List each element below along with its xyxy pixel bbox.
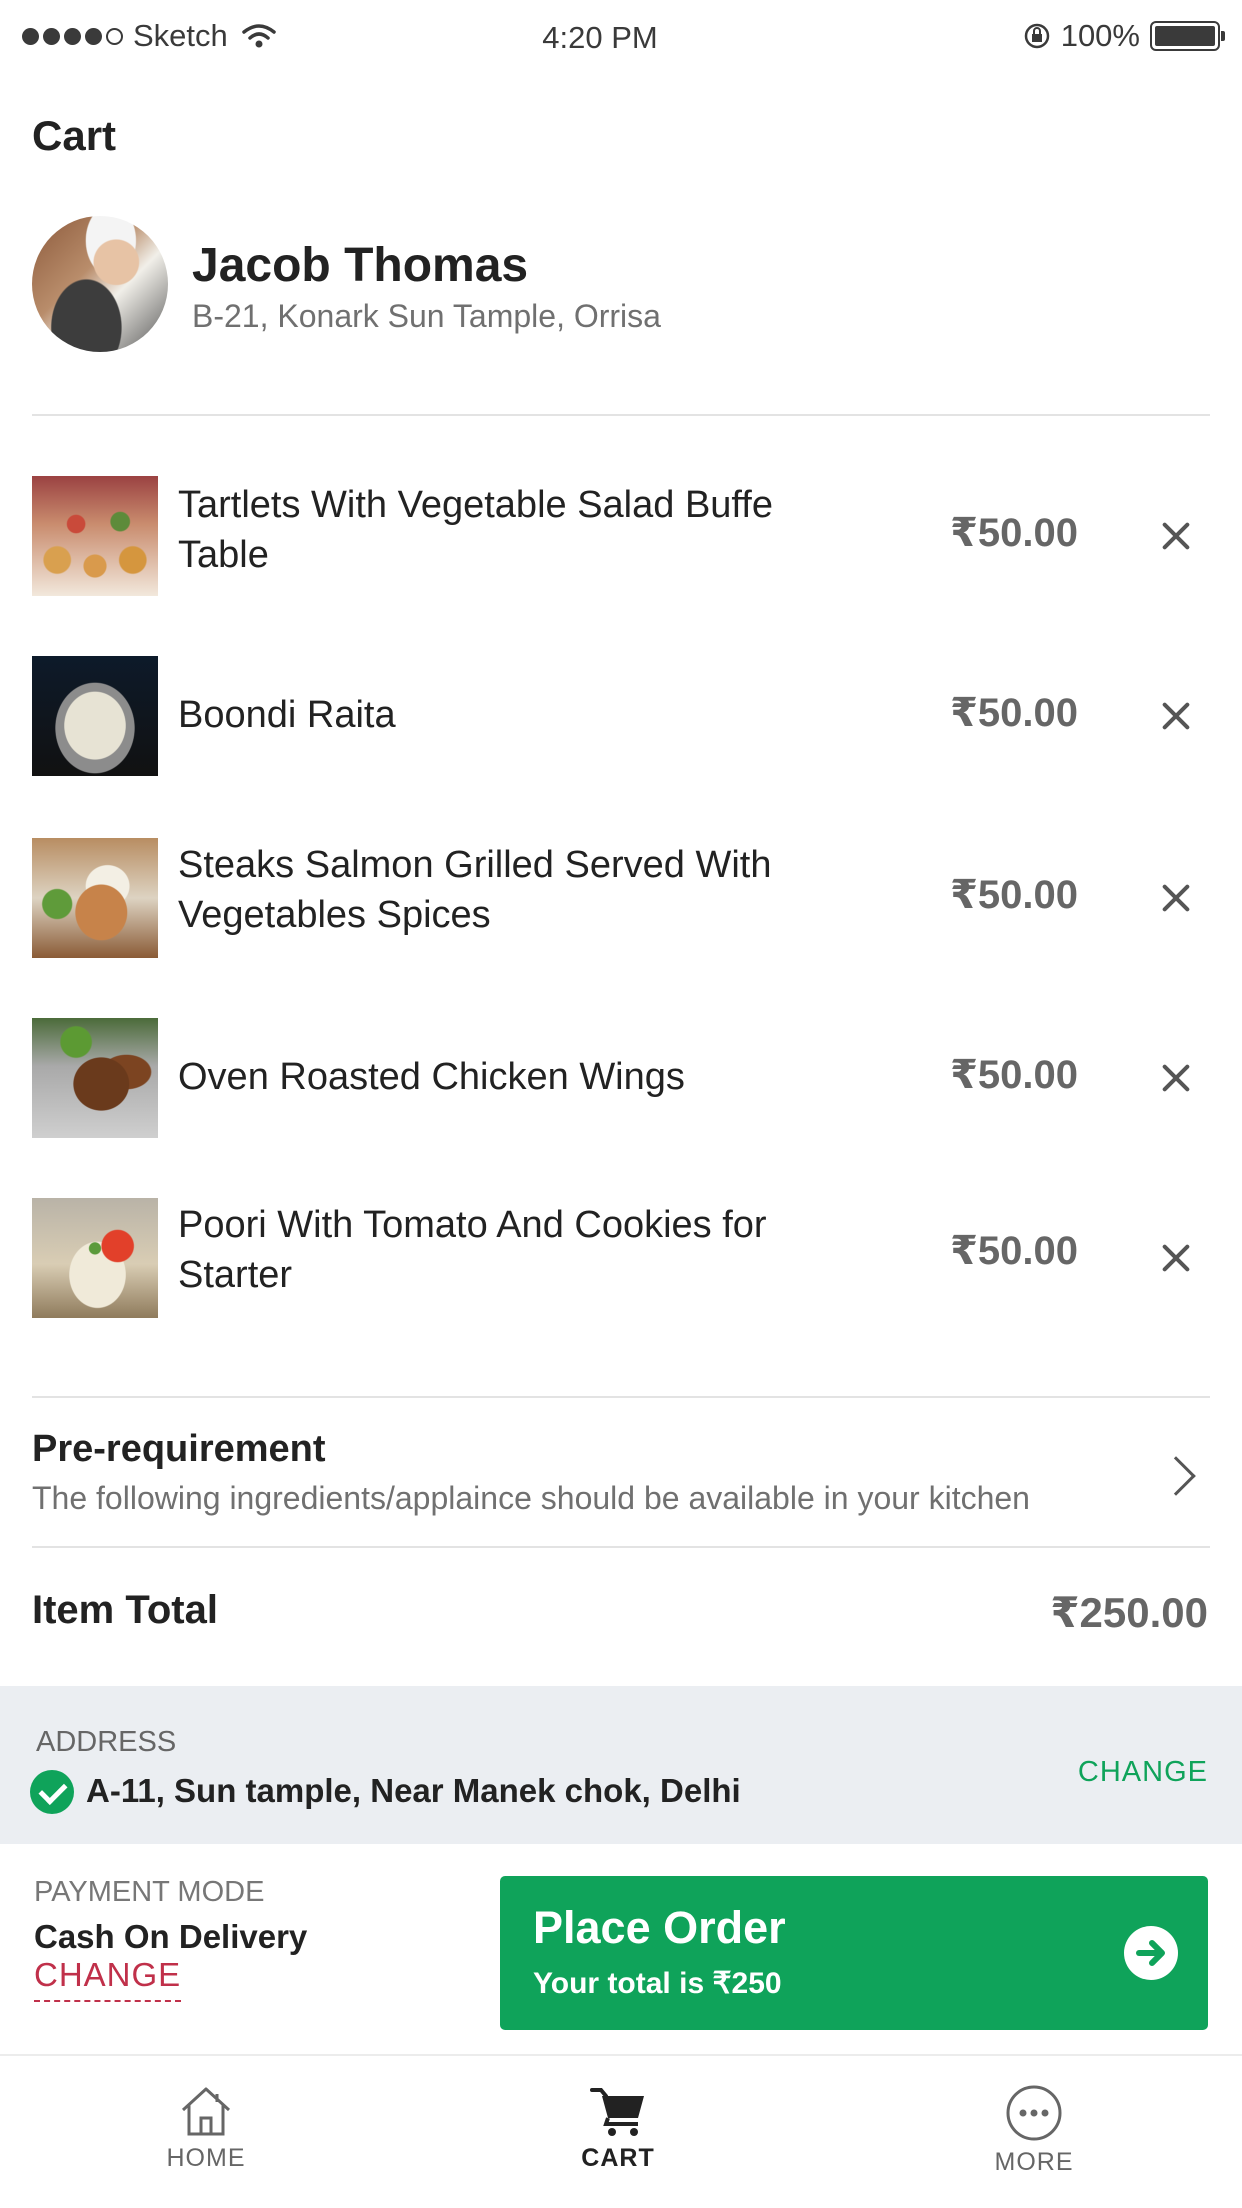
divider <box>32 1546 1210 1548</box>
item-total-value: ₹250.00 <box>1050 1589 1208 1636</box>
tab-home[interactable]: HOME <box>106 2084 306 2173</box>
place-order-title: Place Order <box>533 1902 786 1953</box>
food-thumbnail <box>32 656 158 776</box>
delivery-address: A-11, Sun tample, Near Manek chok, Delhi <box>86 1772 741 1809</box>
tab-more-label: MORE <box>994 2148 1074 2176</box>
food-thumbnail <box>32 1018 158 1138</box>
divider <box>32 1396 1210 1398</box>
item-price: ₹50.00 <box>950 1053 1078 1097</box>
item-name: Boondi Raita <box>178 694 396 736</box>
address-panel: ADDRESS A-11, Sun tample, Near Manek cho… <box>0 1686 1242 1844</box>
item-name: Poori With Tomato And Cookies for Starte… <box>178 1204 767 1296</box>
profile-name: Jacob Thomas <box>192 239 529 292</box>
food-thumbnail <box>32 476 158 596</box>
tab-cart[interactable]: CART <box>518 2084 718 2173</box>
rotation-lock-icon <box>1024 23 1049 49</box>
cart-item: Steaks Salmon Grilled Served With Vegeta… <box>32 836 1210 960</box>
arrow-right-circle-icon <box>1124 1926 1178 1980</box>
place-order-button[interactable]: Place Order Your total is ₹250 <box>500 1876 1208 2030</box>
profile-address: B-21, Konark Sun Tample, Orrisa <box>192 298 661 334</box>
address-heading: ADDRESS <box>36 1726 177 1758</box>
chef-profile: Jacob Thomas B-21, Konark Sun Tample, Or… <box>32 216 1212 356</box>
item-price: ₹50.00 <box>950 511 1078 555</box>
check-circle-icon <box>30 1770 74 1814</box>
battery-icon <box>1150 21 1225 51</box>
remove-item-close-icon[interactable] <box>1156 696 1196 736</box>
item-total-label: Item Total <box>32 1588 218 1632</box>
payment-mode-value: Cash On Delivery <box>34 1918 308 1955</box>
item-name: Steaks Salmon Grilled Served With Vegeta… <box>178 844 772 936</box>
remove-item-close-icon[interactable] <box>1156 1238 1196 1278</box>
cart-item: Oven Roasted Chicken Wings ₹50.00 <box>32 1016 1210 1140</box>
tab-cart-label: CART <box>581 2144 655 2172</box>
payment-mode-label: PAYMENT MODE <box>34 1876 265 1908</box>
remove-item-close-icon[interactable] <box>1156 1058 1196 1098</box>
item-name: Oven Roasted Chicken Wings <box>178 1056 685 1098</box>
more-icon <box>1006 2085 1062 2141</box>
tab-more[interactable]: MORE <box>934 2084 1134 2177</box>
status-time: 4:20 PM <box>542 20 658 55</box>
change-payment-link[interactable]: CHANGE <box>34 1956 182 2002</box>
divider <box>32 414 1210 416</box>
prerequirement-row[interactable]: Pre-requirement The following ingredient… <box>0 1400 1242 1546</box>
change-address-button[interactable]: CHANGE <box>1078 1756 1208 1789</box>
status-bar: Sketch 4:20 PM 100% <box>0 0 1242 76</box>
chevron-right-icon <box>1156 1456 1196 1496</box>
battery-percent: 100% <box>1060 18 1140 53</box>
page-title: Cart <box>32 112 117 159</box>
status-right: 100% <box>1023 18 1225 54</box>
cart-icon <box>590 2088 644 2136</box>
cart-item: Boondi Raita ₹50.00 <box>32 654 1210 778</box>
remove-item-close-icon[interactable] <box>1156 516 1196 556</box>
prerequirement-title: Pre-requirement <box>32 1428 326 1470</box>
cart-item: Tartlets With Vegetable Salad Buffe Tabl… <box>32 474 1210 598</box>
tab-home-label: HOME <box>166 2144 246 2172</box>
item-name: Tartlets With Vegetable Salad Buffe Tabl… <box>178 484 773 576</box>
item-price: ₹50.00 <box>950 873 1078 917</box>
remove-item-close-icon[interactable] <box>1156 878 1196 918</box>
prerequirement-description: The following ingredients/applaince shou… <box>32 1480 1030 1516</box>
order-total-text: Your total is ₹250 <box>533 1967 782 2000</box>
cart-item: Poori With Tomato And Cookies for Starte… <box>32 1196 1210 1320</box>
bottom-tab-bar: HOME CART MORE <box>0 2054 1242 2208</box>
food-thumbnail <box>32 1198 158 1318</box>
item-price: ₹50.00 <box>950 691 1078 735</box>
item-price: ₹50.00 <box>950 1229 1078 1273</box>
avatar <box>32 216 168 352</box>
home-icon <box>181 2087 231 2136</box>
food-thumbnail <box>32 838 158 958</box>
